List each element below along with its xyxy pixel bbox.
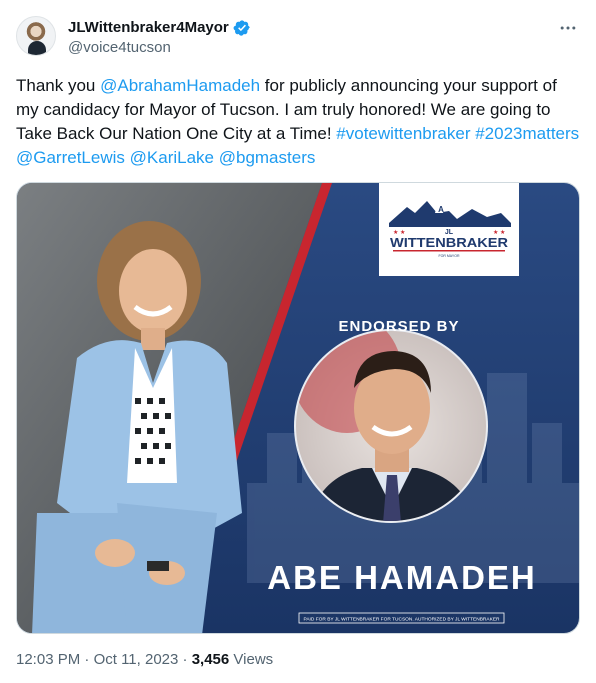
- logo-subtitle: FOR MAYOR: [439, 254, 460, 258]
- tweet-text-part: Thank you: [16, 76, 101, 95]
- more-horizontal-icon[interactable]: [558, 18, 578, 38]
- tweet-text: Thank you @AbrahamHamadeh for publicly a…: [16, 74, 582, 170]
- tweet: JLWittenbraker4Mayor @voice4tucson Thank…: [0, 0, 596, 683]
- hashtag-link[interactable]: #2023matters: [475, 124, 579, 143]
- mention-link[interactable]: @GarretLewis: [16, 148, 125, 167]
- mention-link[interactable]: @KariLake: [130, 148, 214, 167]
- tweet-date[interactable]: Oct 11, 2023: [94, 651, 179, 668]
- verified-badge-icon: [233, 19, 250, 36]
- paid-for-disclaimer: PAID FOR BY JL WITTENBRAKER FOR TUCSON. …: [304, 617, 501, 622]
- tweet-header: JLWittenbraker4Mayor @voice4tucson: [16, 14, 580, 62]
- campaign-logo: A ★ ★ ★ ★ JL WITTENBRAKER FOR MAYOR: [379, 183, 519, 276]
- endorsement-graphic: A ★ ★ ★ ★ JL WITTENBRAKER FOR MAYOR ENDO…: [17, 183, 579, 633]
- views-count: 3,456: [191, 651, 230, 668]
- tweet-media-image[interactable]: A ★ ★ ★ ★ JL WITTENBRAKER FOR MAYOR ENDO…: [16, 182, 580, 634]
- meta-separator: ·: [84, 651, 90, 668]
- mention-link[interactable]: @AbrahamHamadeh: [100, 76, 260, 95]
- views-label: Views: [233, 651, 274, 668]
- avatar[interactable]: [16, 16, 56, 56]
- hashtag-link[interactable]: #votewittenbraker: [336, 124, 470, 143]
- meta-separator: ·: [182, 651, 188, 668]
- author-display-name[interactable]: JLWittenbraker4Mayor: [68, 18, 251, 37]
- mention-link[interactable]: @bgmasters: [219, 148, 316, 167]
- logo-letter: A: [438, 205, 444, 214]
- tweet-time[interactable]: 12:03 PM: [16, 651, 80, 668]
- author-handle[interactable]: @voice4tucson: [68, 38, 251, 58]
- logo-name: WITTENBRAKER: [390, 235, 509, 250]
- author-names: JLWittenbraker4Mayor @voice4tucson: [68, 18, 251, 58]
- display-name-text[interactable]: JLWittenbraker4Mayor: [68, 18, 229, 37]
- endorser-name: ABE HAMADEH: [267, 559, 537, 596]
- tweet-meta: 12:03 PM · Oct 11, 2023 · 3,456 Views: [16, 650, 273, 670]
